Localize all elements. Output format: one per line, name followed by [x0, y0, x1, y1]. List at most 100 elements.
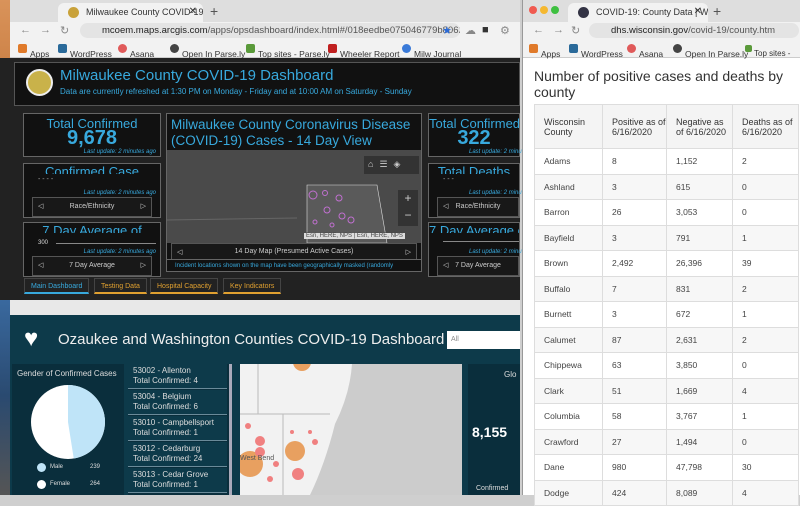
favicon-icon [68, 7, 79, 18]
tab-hospital-capacity[interactable]: Hospital Capacity [150, 278, 219, 294]
bookmark-top-sites[interactable]: Top sites - [745, 44, 790, 58]
bookmark-asana[interactable]: Asana [627, 44, 663, 59]
scrollbar[interactable] [229, 364, 232, 495]
zip-total: Total Confirmed: 1 [133, 428, 198, 437]
table-cell: 2 [732, 326, 799, 353]
extension-icon[interactable]: ☁ [465, 24, 476, 37]
zip-list-item[interactable]: 53002 - Allenton Total Confirmed: 4 [128, 364, 227, 389]
table-cell: Crawford [534, 428, 603, 455]
global-title: Glo [504, 370, 517, 379]
table-cell: 1 [732, 403, 799, 430]
gender-title: Gender of Confirmed Cases [17, 369, 117, 378]
table-cell: 1,152 [666, 148, 733, 175]
browser-tab[interactable]: Milwaukee County COVID-19 D ✕ [58, 3, 203, 22]
gauge-value: 300 [38, 240, 49, 246]
zip-list: 53002 - Allenton Total Confirmed: 4 53004 … [128, 364, 232, 495]
bookmark-parsely[interactable]: Open In Parse.ly [170, 44, 245, 59]
tab-main-dashboard[interactable]: Main Dashboard [24, 278, 90, 294]
prev-icon[interactable]: ◁ [443, 261, 448, 269]
bookmark-apps[interactable]: Apps [18, 44, 49, 59]
layers-icon[interactable]: ◈ [394, 159, 407, 169]
prev-icon[interactable]: ◁ [443, 202, 448, 210]
race-pager-2: ◁ Race/Ethnicity [437, 197, 519, 217]
back-icon[interactable]: ← [533, 24, 544, 36]
zip-total: Total Confirmed: 6 [133, 402, 198, 411]
globe-icon [170, 44, 179, 53]
table-cell: 63 [602, 352, 667, 379]
browser-tab[interactable]: COVID-19: County Data | Wisc ✕ [568, 3, 708, 22]
zip-list-item[interactable]: 53013 - Cedar Grove Total Confirmed: 1 [128, 468, 227, 493]
table-row: Adams 8 1,152 2 [534, 148, 799, 175]
average-pager-2: ◁ 7 Day Average [437, 256, 519, 276]
bookmarks-bar: Apps WordPress Asana Open In Parse.ly To… [523, 39, 800, 59]
bookmark-asana[interactable]: Asana [118, 44, 154, 59]
ozaukee-map[interactable]: West Bend [240, 364, 462, 495]
new-tab-icon[interactable]: + [713, 3, 721, 19]
table-cell: 3 [602, 173, 667, 200]
forward-icon[interactable]: → [40, 24, 51, 36]
gauge-bar [56, 243, 156, 244]
prev-icon[interactable]: ◁ [177, 248, 182, 256]
zoom-out-button[interactable]: − [398, 207, 418, 224]
pie-slice-male [68, 385, 106, 459]
zip-list-item[interactable]: 53010 - Campbellsport Total Confirmed: 1 [128, 416, 227, 441]
close-window-icon[interactable] [529, 6, 537, 14]
table-cell: 1,669 [666, 377, 733, 404]
bookmark-top-sites[interactable]: Top sites - Parse.ly [246, 44, 330, 59]
prev-icon[interactable]: ◁ [38, 261, 43, 269]
next-icon[interactable]: ▷ [141, 202, 146, 210]
legend-icon[interactable]: ☰ [379, 159, 393, 169]
tab-title: COVID-19: County Data | Wisc [596, 7, 708, 17]
tab-key-indicators[interactable]: Key Indicators [223, 278, 282, 294]
extension-icon[interactable]: ⚙ [500, 24, 510, 37]
filter-select[interactable]: All [447, 331, 520, 349]
star-icon[interactable]: ★ [442, 24, 452, 37]
table-cell: 87 [602, 326, 667, 353]
bookmark-milw-journal[interactable]: Milw Journal [402, 44, 461, 59]
minimize-window-icon[interactable] [540, 6, 548, 14]
next-icon[interactable]: ▷ [406, 248, 411, 256]
bookmark-parsely[interactable]: Open In Parse.ly [673, 44, 748, 59]
back-icon[interactable]: ← [20, 24, 31, 36]
table-cell: 2 [732, 275, 799, 302]
reload-icon[interactable]: ↻ [60, 24, 69, 37]
table-row: Crawford 27 1,494 0 [534, 428, 799, 455]
forward-icon[interactable]: → [553, 24, 564, 36]
card-value: - - - - [38, 176, 54, 183]
zoom-in-button[interactable]: + [398, 190, 418, 207]
legend-label: Male [50, 464, 64, 470]
bookmark-apps[interactable]: Apps [529, 44, 560, 59]
reload-icon[interactable]: ↻ [571, 24, 580, 37]
table-cell: Columbia [534, 403, 603, 430]
new-tab-icon[interactable]: + [210, 3, 218, 19]
close-tab-icon[interactable]: ✕ [189, 6, 197, 17]
address-bar: ← → ↻ dhs.wisconsin.gov/covid-19/county.… [523, 22, 800, 39]
map-tools: ⌂☰◈ [364, 156, 419, 174]
bookmark-wordpress[interactable]: WordPress [58, 44, 112, 59]
url-input[interactable]: dhs.wisconsin.gov/covid-19/county.htm [589, 23, 799, 38]
card-title: 7 Day Average of [429, 223, 519, 233]
zip-list-item[interactable]: 53012 - Cedarburg Total Confirmed: 24 [128, 442, 227, 467]
parsely-icon [246, 44, 255, 53]
table-cell: 51 [602, 377, 667, 404]
close-tab-icon[interactable]: ✕ [694, 6, 702, 17]
table-cell: 8,089 [666, 479, 733, 506]
url-input[interactable]: mcoem.maps.arcgis.com/apps/opsdashboard/… [80, 23, 460, 38]
page-gap [10, 300, 520, 315]
home-icon[interactable]: ⌂ [368, 159, 379, 169]
map-canvas[interactable]: ⌂☰◈ + − Esri, HERE, NPS | Esri, HERE, NPS [166, 150, 421, 244]
table-cell: 1 [732, 224, 799, 251]
maximize-window-icon[interactable] [551, 6, 559, 14]
table-cell: 47,798 [666, 454, 733, 481]
bookmark-wheeler[interactable]: Wheeler Report [328, 44, 400, 59]
bookmark-wordpress[interactable]: WordPress [569, 44, 623, 59]
tab-testing-data[interactable]: Testing Data [94, 278, 147, 294]
extension-icon[interactable]: ■ [482, 24, 489, 36]
table-cell: Dane [534, 454, 603, 481]
next-icon[interactable]: ▷ [141, 261, 146, 269]
county-seal-logo [26, 69, 53, 96]
last-update: Last update: 2 minutes ago [469, 149, 542, 155]
prev-icon[interactable]: ◁ [38, 202, 43, 210]
zip-list-item[interactable]: 53004 - Belgium Total Confirmed: 6 [128, 390, 227, 415]
table-cell: 8 [602, 148, 667, 175]
